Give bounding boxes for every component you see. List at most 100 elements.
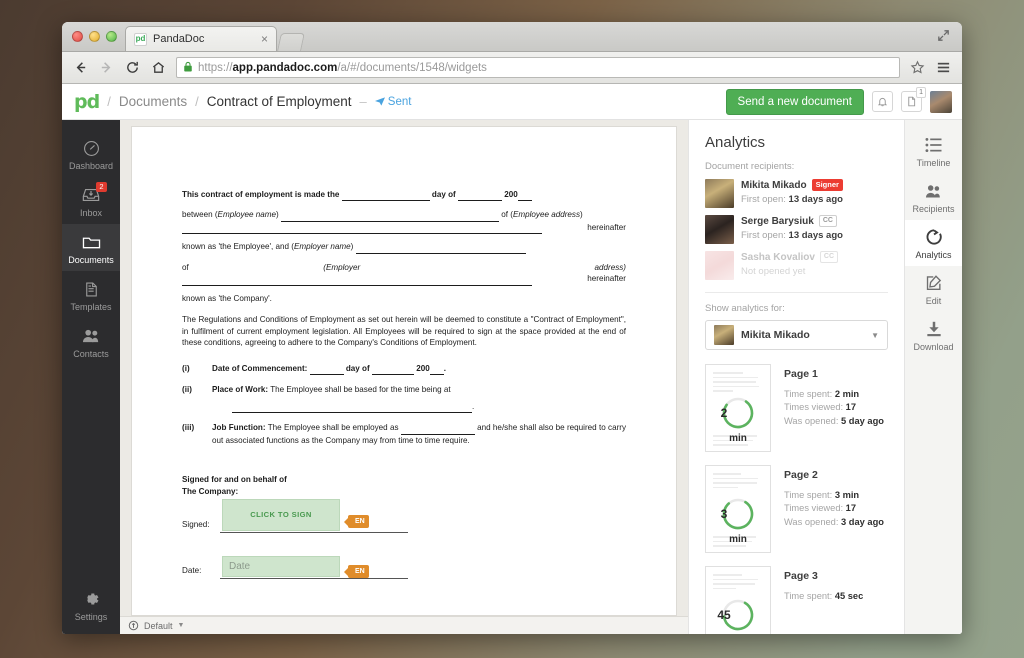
document-footer: Default ▼ <box>120 616 688 634</box>
date-input-field[interactable]: Date <box>222 556 340 578</box>
new-tab-button[interactable] <box>277 33 305 51</box>
contacts-icon <box>80 326 102 346</box>
breadcrumb-separator: / <box>107 94 111 109</box>
page-analytics-card[interactable]: 2 min Page 1 Time spent: 2 min Times vie… <box>705 364 888 452</box>
pandadoc-logo[interactable]: pd <box>74 91 100 113</box>
rail-item-analytics[interactable]: Analytics <box>904 220 962 266</box>
sidebar-item-dashboard[interactable]: Dashboard <box>62 130 120 177</box>
doc-line-3: known as 'the Employee', and (Employer n… <box>182 241 626 254</box>
sidebar-item-templates[interactable]: Templates <box>62 271 120 318</box>
bookmark-star-icon[interactable] <box>909 59 926 76</box>
browser-tabstrip: pd PandaDoc × <box>62 22 962 52</box>
date-row: Date: Date EN <box>182 553 626 580</box>
page-analytics-card[interactable]: 45 Page 3 Time spent: 45 sec <box>705 566 888 634</box>
chevron-down-icon[interactable]: ▼ <box>178 622 185 629</box>
send-plane-icon <box>374 97 385 106</box>
avatar[interactable] <box>930 90 952 113</box>
analytics-recipient-select[interactable]: Mikita Mikado ▼ <box>705 320 888 350</box>
language-tag-en[interactable]: EN <box>348 515 369 529</box>
home-icon[interactable] <box>150 59 167 76</box>
browser-toolbar: https://app.pandadoc.com/a/#/documents/1… <box>62 52 962 84</box>
donut-value: 3 <box>720 507 728 521</box>
donut-unit: min <box>729 534 747 545</box>
doc-line-2: between (Employee name) of (Employee add… <box>182 209 626 235</box>
page-title-label: Page 2 <box>784 469 818 481</box>
sidebar-item-inbox[interactable]: 2 Inbox <box>62 177 120 224</box>
back-icon[interactable] <box>72 59 89 76</box>
recipient-row[interactable]: Sasha Kovaliov CC Not opened yet <box>705 251 888 280</box>
page-title: Contract of Employment <box>206 94 352 109</box>
recipient-row[interactable]: Mikita Mikado Signer First open: 13 days… <box>705 179 888 208</box>
avatar <box>705 215 734 244</box>
doc-clause-i: (i) Date of Commencement: day of 200 . <box>182 363 626 376</box>
reload-icon[interactable] <box>124 59 141 76</box>
donut-value: 2 <box>720 406 728 420</box>
pandadoc-app: pd / Documents / Contract of Employment … <box>62 84 962 634</box>
rail-item-label: Download <box>913 342 954 352</box>
theme-icon <box>128 620 139 631</box>
fullscreen-icon[interactable] <box>936 28 952 44</box>
browser-menu-icon[interactable] <box>935 59 952 76</box>
selected-recipient-label: Mikita Mikado <box>741 329 810 341</box>
recipient-name-wrap: Sasha Kovaliov CC <box>741 251 839 263</box>
left-sidebar: Dashboard 2 Inbox Documents Templates Co… <box>62 120 120 634</box>
browser-window: pd PandaDoc × https://app.pandadoc.com/a… <box>62 22 962 634</box>
rail-item-edit[interactable]: Edit <box>905 266 963 312</box>
page-info: Page 2 Time spent: 3 min Times viewed: 1… <box>784 465 884 553</box>
dashboard-icon <box>80 138 102 158</box>
signature-heading: Signed for and on behalf of The Company: <box>182 475 287 496</box>
page-stats: Time spent: 3 min Times viewed: 17 Was o… <box>784 490 884 527</box>
documents-count-button[interactable]: 1 <box>901 87 926 112</box>
recipient-status: First open: 13 days ago <box>741 194 843 205</box>
rail-item-download[interactable]: Download <box>905 312 963 358</box>
sidebar-item-label: Settings <box>74 612 108 622</box>
doc-intro: This contract of employment is made the … <box>182 189 626 202</box>
analytics-title: Analytics <box>705 134 766 151</box>
notifications-button[interactable] <box>872 91 893 112</box>
click-to-sign-field[interactable]: CLICK TO SIGN <box>222 499 340 532</box>
donut-value: 45 <box>717 608 731 622</box>
page-thumbnail[interactable]: 3 min <box>705 465 771 553</box>
rail-item-label: Timeline <box>916 158 951 168</box>
doc-clause-iii: (iii) Job Function: The Employee shall b… <box>182 423 627 445</box>
people-icon <box>923 181 945 201</box>
page-info: Page 3 Time spent: 45 sec <box>784 566 863 634</box>
language-tag-en[interactable]: EN <box>348 565 369 579</box>
close-icon[interactable]: × <box>261 32 268 46</box>
recipient-row[interactable]: Serge Barysiuk CC First open: 13 days ag… <box>705 215 888 244</box>
doc-line-5: known as 'the Company'. <box>182 293 272 303</box>
page-scroll-area[interactable]: This contract of employment is made the … <box>120 120 688 616</box>
page-thumbnail[interactable]: 45 <box>705 566 771 634</box>
recipient-name-wrap: Serge Barysiuk CC <box>741 215 843 227</box>
rail-item-timeline[interactable]: Timeline <box>905 128 963 174</box>
app-body: Dashboard 2 Inbox Documents Templates Co… <box>62 120 962 634</box>
send-new-document-button[interactable]: Send a new document <box>725 88 864 115</box>
avatar <box>705 179 734 208</box>
document-count-badge: 1 <box>916 87 926 98</box>
page-title-label: Page 3 <box>784 570 818 582</box>
close-window-button[interactable] <box>72 30 83 42</box>
signed-label: Signed: <box>182 519 210 529</box>
sidebar-item-settings[interactable]: Settings <box>62 581 120 634</box>
analytics-panel: Analytics Document recipients: Mikita Mi… <box>688 120 904 634</box>
breadcrumb-documents[interactable]: Documents <box>119 94 187 109</box>
sidebar-item-documents[interactable]: Documents <box>62 224 120 271</box>
rail-item-label: Edit <box>925 296 942 306</box>
forward-icon[interactable] <box>98 59 115 76</box>
zoom-window-button[interactable] <box>106 30 117 42</box>
inbox-badge: 2 <box>96 182 107 192</box>
page-analytics-card[interactable]: 3 min Page 2 Time spent: 3 min Times vie… <box>705 465 888 553</box>
rail-item-recipients[interactable]: Recipients <box>905 174 963 220</box>
gear-icon <box>80 589 102 609</box>
address-bar[interactable]: https://app.pandadoc.com/a/#/documents/1… <box>176 57 900 78</box>
page-thumbnail[interactable]: 2 min <box>705 364 771 452</box>
browser-tab-pandadoc[interactable]: pd PandaDoc × <box>125 26 277 51</box>
minimize-window-button[interactable] <box>89 30 100 42</box>
pandadoc-favicon-icon: pd <box>134 32 147 46</box>
analytics-select-label: Show analytics for: <box>705 303 785 314</box>
donut-unit: min <box>729 433 747 444</box>
document-theme-label[interactable]: Default <box>144 621 173 631</box>
sidebar-item-label: Dashboard <box>68 161 114 171</box>
page-stats: Time spent: 45 sec <box>784 591 864 601</box>
sidebar-item-contacts[interactable]: Contacts <box>62 318 120 365</box>
